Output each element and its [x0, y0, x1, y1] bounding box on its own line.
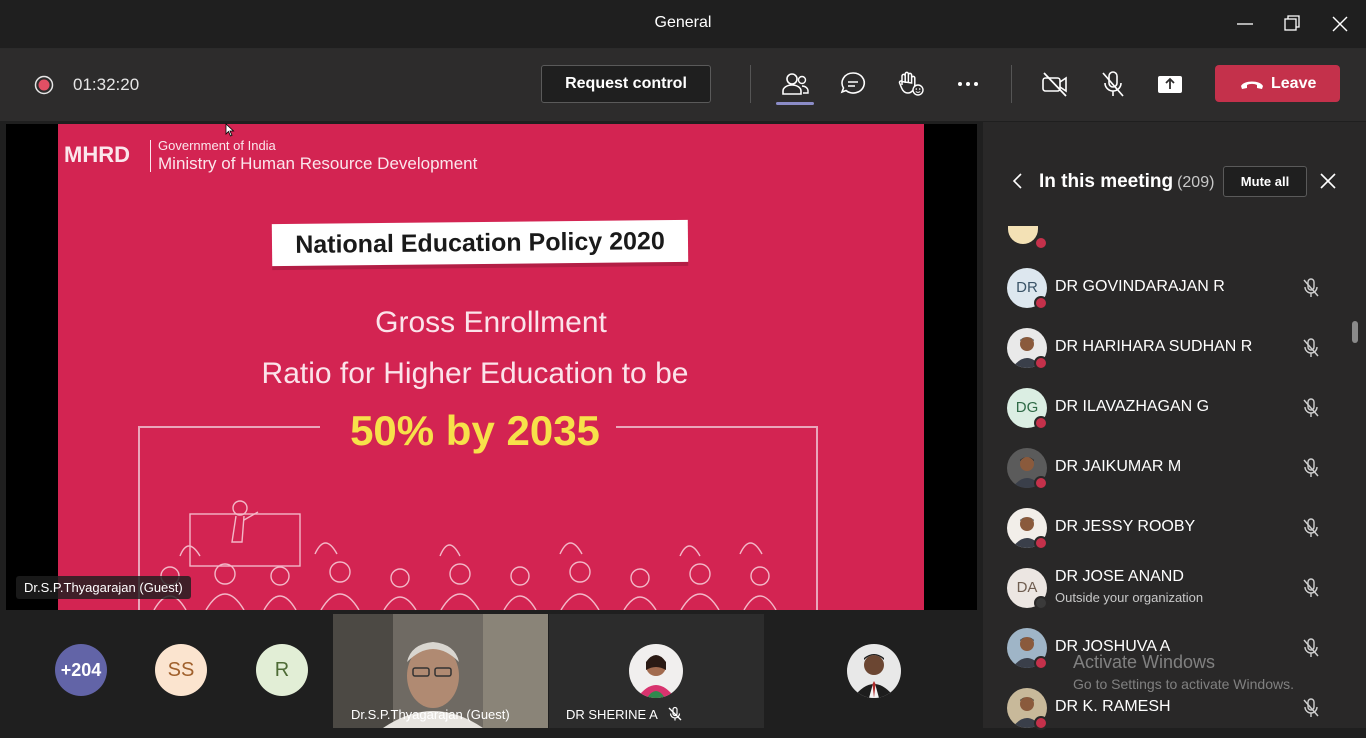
video-tile-participant[interactable] [765, 614, 981, 728]
slide-ministry-text: Ministry of Human Resource Development [158, 154, 478, 173]
slide-text-line-1: Gross Enrollment [375, 306, 607, 339]
mic-off-icon[interactable] [1301, 397, 1321, 419]
window-title: General [654, 14, 712, 31]
presentation-slide: MHRD Government of India Ministry of Hum… [58, 124, 924, 610]
status-badge [1034, 476, 1048, 490]
more-options-icon[interactable] [953, 69, 983, 99]
leave-button[interactable]: Leave [1215, 65, 1340, 102]
toolbar-divider [1011, 65, 1012, 103]
avatar[interactable]: SS [155, 644, 207, 696]
classroom-illustration [140, 496, 812, 610]
restore-icon[interactable] [1280, 12, 1304, 36]
close-panel-icon[interactable] [1319, 172, 1337, 190]
slide-highlight-text: 50% by 2035 [350, 407, 600, 454]
mouse-cursor-icon [225, 123, 235, 137]
participant-name: DR K. RAMESH [1055, 698, 1171, 715]
logo-divider [150, 140, 151, 172]
mic-off-icon[interactable] [1301, 457, 1321, 479]
participant-org-label: Outside your organization [1055, 590, 1204, 605]
video-tile-name: DR SHERINE A [566, 707, 658, 722]
video-tile-name: Dr.S.P.Thyagarajan (Guest) [351, 707, 510, 722]
participants-icon[interactable] [780, 69, 810, 99]
participant-row[interactable]: DG DR ILAVAZHAGAN G [983, 378, 1352, 438]
status-badge [1034, 356, 1048, 370]
mhrd-logo: MHRD [64, 142, 130, 167]
status-badge [1034, 296, 1048, 310]
participant-name: DR JAIKUMAR M [1055, 458, 1182, 475]
participant-gallery: +204 SS R Dr.S.P.Thyagarajan (Guest) DR … [0, 612, 981, 728]
watermark-subtitle: Go to Settings to activate Windows. [1073, 676, 1294, 692]
status-badge [1034, 236, 1048, 250]
minimize-icon[interactable] [1233, 12, 1257, 36]
participant-name: DR JESSY ROOBY [1055, 518, 1196, 535]
panel-title: In this meeting (209) [1039, 171, 1215, 192]
toolbar-divider [750, 65, 751, 103]
phone-hangup-icon [1239, 74, 1265, 94]
mic-off-icon[interactable] [1301, 337, 1321, 359]
mic-off-icon[interactable] [1301, 697, 1321, 719]
mic-off-icon[interactable] [1301, 637, 1321, 659]
participant-name: DR ILAVAZHAGAN G [1055, 398, 1210, 415]
activate-windows-watermark: Activate Windows Go to Settings to activ… [1073, 652, 1294, 692]
back-chevron-icon[interactable] [1011, 172, 1025, 190]
status-badge [1034, 596, 1048, 610]
participants-active-indicator [776, 102, 814, 105]
watermark-title: Activate Windows [1073, 652, 1216, 672]
participant-row[interactable]: DR JAIKUMAR M [983, 438, 1352, 498]
more-participants-button[interactable]: +204 [55, 644, 107, 696]
mute-all-button[interactable]: Mute all [1223, 166, 1307, 197]
participant-row[interactable]: DA DR JOSE ANAND Outside your organization [983, 558, 1352, 618]
participant-count: (209) [1177, 174, 1215, 191]
panel-scrollbar[interactable] [1352, 321, 1358, 343]
status-badge [1034, 536, 1048, 550]
chat-icon[interactable] [838, 69, 868, 99]
title-bar: General [0, 0, 1366, 49]
shared-content-stage[interactable]: MHRD Government of India Ministry of Hum… [6, 124, 977, 610]
participant-row[interactable]: DR DR GOVINDARAJAN R [983, 258, 1352, 318]
raise-hand-icon[interactable] [896, 69, 926, 99]
meeting-timer: 01:32:20 [73, 75, 140, 94]
participant-row[interactable]: DR HARIHARA SUDHAN R [983, 318, 1352, 378]
participant-name: DR HARIHARA SUDHAN R [1055, 338, 1253, 355]
avatar[interactable]: R [256, 644, 308, 696]
leave-button-label: Leave [1271, 75, 1317, 92]
mic-off-icon[interactable] [1301, 277, 1321, 299]
avatar [847, 644, 901, 698]
status-badge [1034, 656, 1048, 670]
request-control-button[interactable]: Request control [541, 65, 711, 103]
speaker-name-label: Dr.S.P.Thyagarajan (Guest) [16, 576, 191, 599]
close-window-icon[interactable] [1328, 12, 1352, 36]
slide-government-text: Government of India [158, 138, 276, 153]
record-icon [34, 75, 54, 95]
video-tile-thyagarajan[interactable]: Dr.S.P.Thyagarajan (Guest) [333, 614, 548, 728]
meeting-toolbar: 01:32:20 Request control Leave [0, 49, 1366, 121]
slide-text-line-2: Ratio for Higher Education to be [261, 357, 689, 390]
participant-name: DR GOVINDARAJAN R [1055, 278, 1225, 295]
participant-name: DR JOSE ANAND [1055, 568, 1184, 585]
slide-banner-title: National Education Policy 2020 [271, 219, 689, 267]
avatar [629, 644, 683, 698]
mic-off-icon[interactable] [1098, 69, 1128, 99]
video-tile-sherine[interactable]: DR SHERINE A [549, 614, 764, 728]
status-badge [1034, 416, 1048, 430]
participant-row[interactable]: DR JESSY ROOBY [983, 498, 1352, 558]
camera-off-icon[interactable] [1040, 69, 1070, 99]
mic-off-icon [667, 706, 683, 722]
participants-panel: In this meeting (209) Mute all DR DR GOVIN… [983, 122, 1366, 730]
share-screen-icon[interactable] [1155, 69, 1185, 99]
mic-off-icon[interactable] [1301, 517, 1321, 539]
mic-off-icon[interactable] [1301, 577, 1321, 599]
